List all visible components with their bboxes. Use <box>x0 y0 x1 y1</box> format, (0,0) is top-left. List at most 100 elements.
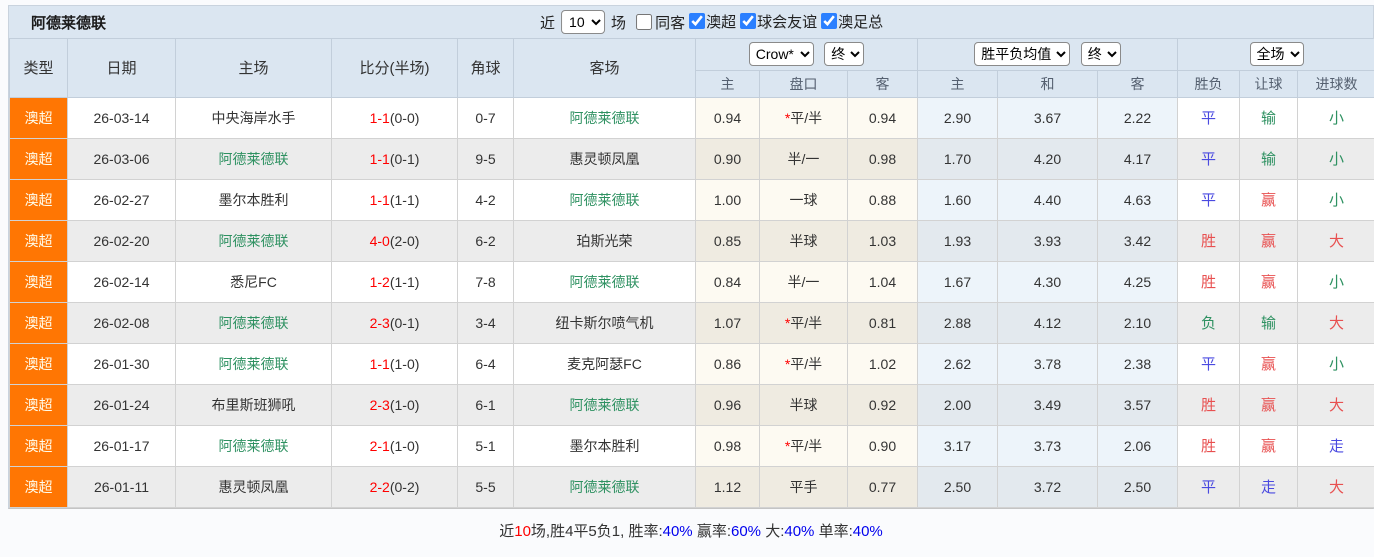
mean-away: 2.22 <box>1098 97 1178 138</box>
half-time-score: (0-1) <box>390 151 420 167</box>
result-handicap: 输 <box>1240 302 1298 343</box>
full-time-score: 1-1 <box>370 151 390 167</box>
mean-away: 4.25 <box>1098 261 1178 302</box>
league-filter-checkbox-1[interactable] <box>740 13 756 29</box>
corner-score: 5-5 <box>458 466 514 507</box>
handicap: 半球 <box>760 384 848 425</box>
mean-draw: 4.20 <box>998 138 1098 179</box>
away-team: 珀斯光荣 <box>514 220 696 261</box>
result-goals: 小 <box>1298 179 1374 220</box>
handicap-change-star: * <box>785 356 790 372</box>
score-cell: 2-3(1-0) <box>332 384 458 425</box>
match-date: 26-01-17 <box>68 425 176 466</box>
league-badge: 澳超 <box>10 97 68 138</box>
match-date: 26-03-14 <box>68 97 176 138</box>
league-filter-label: 澳超 <box>706 11 736 32</box>
result-handicap: 赢 <box>1240 384 1298 425</box>
handicap: *平/半 <box>760 302 848 343</box>
result-goals: 小 <box>1298 261 1374 302</box>
mean-home: 2.88 <box>918 302 998 343</box>
full-time-score: 1-1 <box>370 356 390 372</box>
odds-away: 1.03 <box>848 220 918 261</box>
odds-away: 0.92 <box>848 384 918 425</box>
mean-group-header: 胜平负均值 终 <box>918 39 1178 70</box>
match-date: 26-01-30 <box>68 343 176 384</box>
match-date: 26-03-06 <box>68 138 176 179</box>
away-team: 阿德莱德联 <box>514 466 696 507</box>
match-row: 澳超26-01-24布里斯班狮吼2-3(1-0)6-1阿德莱德联0.96半球0.… <box>10 384 1374 425</box>
match-date: 26-02-20 <box>68 220 176 261</box>
result-handicap: 赢 <box>1240 261 1298 302</box>
match-row: 澳超26-03-14中央海岸水手1-1(0-0)0-7阿德莱德联0.94*平/半… <box>10 97 1374 138</box>
mean-home: 2.90 <box>918 97 998 138</box>
result-goals: 小 <box>1298 343 1374 384</box>
toolbar-controls: 近 10 场 同客 澳超球会友谊澳足总 <box>540 10 883 34</box>
sub-header-wdl: 胜负 <box>1178 70 1240 97</box>
league-filter-2: 澳足总 <box>817 11 883 32</box>
sub-header-odds-away: 客 <box>848 70 918 97</box>
result-goals: 小 <box>1298 97 1374 138</box>
half-time-score: (2-0) <box>390 233 420 249</box>
away-team: 阿德莱德联 <box>514 261 696 302</box>
league-filter-checkbox-2[interactable] <box>821 13 837 29</box>
home-team: 阿德莱德联 <box>176 220 332 261</box>
mean-time-select[interactable]: 终 <box>1081 42 1121 66</box>
league-filter-label: 球会友谊 <box>757 11 817 32</box>
full-time-score: 2-2 <box>370 479 390 495</box>
col-header-home: 主场 <box>176 39 332 97</box>
mean-draw: 3.72 <box>998 466 1098 507</box>
result-wdl: 胜 <box>1178 261 1240 302</box>
result-wdl: 平 <box>1178 466 1240 507</box>
result-goals: 大 <box>1298 384 1374 425</box>
home-team: 阿德莱德联 <box>176 425 332 466</box>
summary-segment: 单率: <box>814 523 852 540</box>
half-time-score: (1-1) <box>390 274 420 290</box>
odds-home: 0.85 <box>696 220 760 261</box>
handicap: 平手 <box>760 466 848 507</box>
recent-count-select[interactable]: 10 <box>561 10 605 34</box>
mean-home: 1.70 <box>918 138 998 179</box>
away-team: 阿德莱德联 <box>514 97 696 138</box>
same-venue-checkbox[interactable] <box>636 14 652 30</box>
result-wdl: 胜 <box>1178 384 1240 425</box>
match-date: 26-01-11 <box>68 466 176 507</box>
league-filter-1: 球会友谊 <box>736 11 817 32</box>
mean-home: 1.67 <box>918 261 998 302</box>
summary-segment: 场,胜4平5负1, 胜率: <box>531 523 663 540</box>
match-row: 澳超26-02-14悉尼FC1-2(1-1)7-8阿德莱德联0.84半/一1.0… <box>10 261 1374 302</box>
half-time-score: (1-0) <box>390 397 420 413</box>
score-cell: 2-2(0-2) <box>332 466 458 507</box>
match-row: 澳超26-02-27墨尔本胜利1-1(1-1)4-2阿德莱德联1.00一球0.8… <box>10 179 1374 220</box>
odds-home: 1.00 <box>696 179 760 220</box>
result-wdl: 负 <box>1178 302 1240 343</box>
handicap: *平/半 <box>760 425 848 466</box>
col-header-type: 类型 <box>10 39 68 97</box>
match-row: 澳超26-02-20阿德莱德联4-0(2-0)6-2珀斯光荣0.85半球1.03… <box>10 220 1374 261</box>
period-select[interactable]: 全场 <box>1250 42 1304 66</box>
bookmaker-select[interactable]: Crow* <box>749 42 814 66</box>
handicap: 半/一 <box>760 261 848 302</box>
mean-away: 2.10 <box>1098 302 1178 343</box>
league-filter-group: 澳超球会友谊澳足总 <box>685 11 883 34</box>
mean-away: 4.63 <box>1098 179 1178 220</box>
col-header-score: 比分(半场) <box>332 39 458 97</box>
summary-segment: 10 <box>514 523 531 540</box>
corner-score: 9-5 <box>458 138 514 179</box>
score-cell: 2-1(1-0) <box>332 425 458 466</box>
result-goals: 走 <box>1298 425 1374 466</box>
odds-time-select[interactable]: 终 <box>824 42 864 66</box>
mean-draw: 3.67 <box>998 97 1098 138</box>
match-date: 26-02-27 <box>68 179 176 220</box>
league-filter-checkbox-0[interactable] <box>689 13 705 29</box>
mean-type-select[interactable]: 胜平负均值 <box>974 42 1070 66</box>
corner-score: 7-8 <box>458 261 514 302</box>
handicap-change-star: * <box>785 315 790 331</box>
score-cell: 1-1(1-1) <box>332 179 458 220</box>
sub-header-mean-away: 客 <box>1098 70 1178 97</box>
handicap: 一球 <box>760 179 848 220</box>
odds-home: 0.94 <box>696 97 760 138</box>
handicap: *平/半 <box>760 97 848 138</box>
mean-away: 2.38 <box>1098 343 1178 384</box>
mean-home: 2.50 <box>918 466 998 507</box>
result-handicap: 赢 <box>1240 220 1298 261</box>
